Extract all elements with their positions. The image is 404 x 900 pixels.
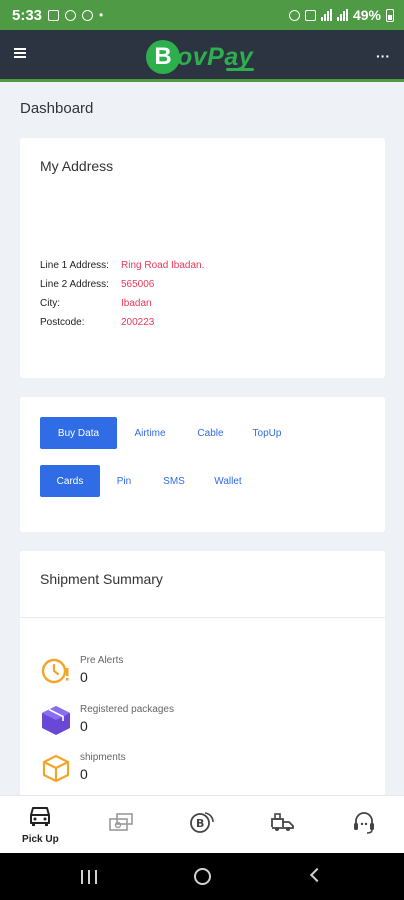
car-pickup-icon xyxy=(28,805,52,832)
app-header: B ovPay ··· xyxy=(0,30,404,82)
home-icon[interactable] xyxy=(194,868,211,885)
address-value: 200223 xyxy=(121,317,155,328)
address-card: My Address Line 1 Address: Ring Road Iba… xyxy=(20,138,385,378)
back-icon[interactable] xyxy=(309,867,325,883)
nav-support[interactable] xyxy=(323,796,404,853)
battery-percent: 49% xyxy=(352,7,381,23)
gallery-notification-icon xyxy=(48,9,60,21)
hamburger-menu-icon[interactable] xyxy=(14,48,26,58)
registered-packages-count: 0 xyxy=(80,718,88,734)
pre-alerts-count: 0 xyxy=(80,669,88,685)
pre-alerts-item[interactable]: Pre Alerts 0 xyxy=(40,655,123,687)
divider xyxy=(20,617,385,618)
silent-icon xyxy=(304,9,316,21)
bovpay-logo[interactable]: B ovPay xyxy=(146,40,254,74)
bottom-nav: Pick Up B xyxy=(0,795,404,853)
svg-text:B: B xyxy=(196,817,204,830)
cards-button[interactable]: Cards xyxy=(40,465,100,497)
address-card-title: My Address xyxy=(40,158,114,174)
shipments-label: shipments xyxy=(80,752,126,763)
clock-alert-icon xyxy=(40,655,72,687)
logo-letter: B xyxy=(146,40,180,74)
address-label: Line 2 Address: xyxy=(40,279,109,290)
whatsapp-icon xyxy=(65,9,77,21)
nav-crypto[interactable]: B xyxy=(162,796,243,853)
status-time: 5:33 xyxy=(12,6,43,24)
pin-button[interactable]: Pin xyxy=(100,465,148,497)
address-label: Line 1 Address: xyxy=(40,260,109,271)
shipment-summary-title: Shipment Summary xyxy=(40,571,163,587)
signal-app-icon xyxy=(82,9,94,21)
services-row-1: Buy Data Airtime Cable TopUp xyxy=(40,417,296,449)
payment-icon xyxy=(108,811,134,838)
recent-apps-icon[interactable] xyxy=(81,870,97,884)
address-value: Ibadan xyxy=(121,298,152,309)
registered-packages-item[interactable]: Registered packages 0 xyxy=(40,704,174,736)
services-card: Buy Data Airtime Cable TopUp Cards Pin S… xyxy=(20,397,385,532)
alarm-icon xyxy=(288,9,300,21)
more-options-icon[interactable]: ··· xyxy=(376,48,390,64)
shipments-count: 0 xyxy=(80,766,88,782)
address-label: Postcode: xyxy=(40,317,85,328)
cable-button[interactable]: Cable xyxy=(183,417,238,449)
battery-icon xyxy=(386,8,394,22)
more-notifications-icon: • xyxy=(99,8,104,22)
address-row: City: Ibadan xyxy=(40,294,204,313)
address-rows: Line 1 Address: Ring Road Ibadan. Line 2… xyxy=(40,256,204,332)
address-label: City: xyxy=(40,298,60,309)
system-nav-bar xyxy=(0,853,404,900)
status-bar: 5:33 • 49% xyxy=(0,0,404,30)
crypto-coin-icon: B xyxy=(189,809,215,840)
nav-payment[interactable] xyxy=(81,796,162,853)
address-value: 565006 xyxy=(121,279,155,290)
cell-signal-icon xyxy=(336,9,348,21)
nav-delivery[interactable] xyxy=(242,796,323,853)
page-title: Dashboard xyxy=(20,100,94,117)
shipment-box-icon xyxy=(40,752,72,784)
pre-alerts-label: Pre Alerts xyxy=(80,655,124,666)
wallet-button[interactable]: Wallet xyxy=(200,465,256,497)
shipment-summary-card: Shipment Summary Pre Alerts 0 Registered… xyxy=(20,551,385,796)
delivery-truck-icon xyxy=(269,811,297,838)
sms-button[interactable]: SMS xyxy=(148,465,200,497)
package-box-icon xyxy=(40,704,72,736)
wifi-signal-icon xyxy=(320,9,332,21)
airtime-button[interactable]: Airtime xyxy=(117,417,183,449)
headset-support-icon xyxy=(351,810,377,839)
address-row: Postcode: 200223 xyxy=(40,313,204,332)
nav-pick-up-label: Pick Up xyxy=(22,833,59,845)
topup-button[interactable]: TopUp xyxy=(238,417,296,449)
logo-underline xyxy=(226,68,254,71)
nav-pick-up[interactable]: Pick Up xyxy=(0,796,81,853)
address-row: Line 2 Address: 565006 xyxy=(40,275,204,294)
address-value: Ring Road Ibadan. xyxy=(121,260,205,271)
buy-data-button[interactable]: Buy Data xyxy=(40,417,117,449)
address-row: Line 1 Address: Ring Road Ibadan. xyxy=(40,256,204,275)
registered-packages-label: Registered packages xyxy=(80,704,174,715)
shipments-item[interactable]: shipments 0 xyxy=(40,752,126,784)
services-row-2: Cards Pin SMS Wallet xyxy=(40,465,256,497)
